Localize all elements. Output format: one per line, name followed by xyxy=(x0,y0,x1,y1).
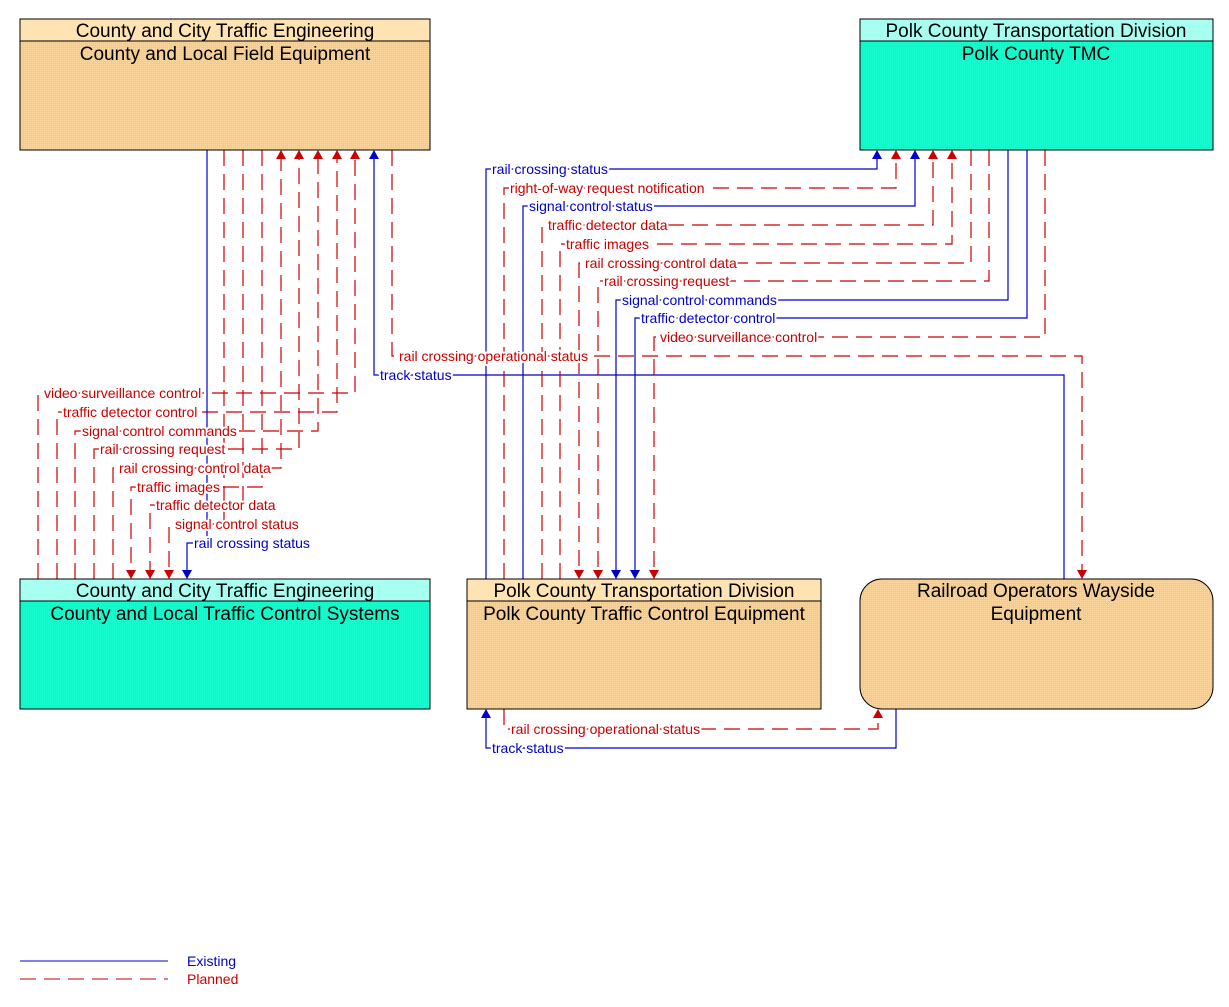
arrowhead-icon xyxy=(332,150,342,159)
flow-video-surveillance-control[interactable] xyxy=(649,150,1046,579)
flow-label: track status xyxy=(380,367,452,383)
flow-label: rail crossing request xyxy=(100,441,225,457)
flow-label: video surveillance control xyxy=(44,385,201,401)
flow-label: traffic detector control xyxy=(63,404,197,420)
flow-label: traffic images xyxy=(137,479,220,495)
arrowhead-icon xyxy=(630,570,640,579)
arrowhead-icon xyxy=(873,709,883,718)
entity-header: County and City Traffic Engineering xyxy=(76,581,375,602)
arrowhead-icon xyxy=(369,150,379,159)
entity-name: County and Local Field Equipment xyxy=(80,44,371,65)
flow-traffic-detector-control[interactable] xyxy=(630,150,1028,579)
flow-line[interactable] xyxy=(597,150,990,570)
flow-label: track status xyxy=(492,740,564,756)
arrowhead-icon xyxy=(611,570,621,579)
arrowhead-icon xyxy=(276,150,286,159)
flow-line[interactable] xyxy=(485,159,878,579)
flow-label: right-of-way request notification xyxy=(510,180,705,196)
flow-traffic-images[interactable] xyxy=(559,150,957,579)
entity-header: Polk County Transportation Division xyxy=(494,581,795,602)
flow-traffic-detector-data[interactable] xyxy=(541,150,938,579)
flow-label: rail crossing operational status xyxy=(399,348,588,364)
entity-railroad-operators-wayside-equipment[interactable]: Railroad Operators Wayside Equipment xyxy=(859,578,1214,710)
flow-rail-crossing-control-data[interactable] xyxy=(112,150,286,579)
flow-line[interactable] xyxy=(653,150,1046,570)
arrowhead-icon xyxy=(910,150,920,159)
flow-label: rail crossing control data xyxy=(119,460,271,476)
entity-polk-county-tmc[interactable]: Polk County Transportation Division Polk… xyxy=(859,18,1214,151)
entity-county-local-field-equipment[interactable]: County and City Traffic Engineering Coun… xyxy=(19,18,431,151)
flow-signal-control-commands[interactable] xyxy=(74,150,323,579)
arrowhead-icon xyxy=(649,570,659,579)
flow-signal-control-commands[interactable] xyxy=(611,150,1009,579)
arrowhead-icon xyxy=(947,150,957,159)
flow-signal-control-status[interactable] xyxy=(164,150,225,579)
arrowhead-icon xyxy=(574,570,584,579)
flow-rail-crossing-request[interactable] xyxy=(593,150,990,579)
flow-label: traffic detector control xyxy=(641,310,775,326)
arrowhead-icon xyxy=(182,570,192,579)
legend-planned-label: Planned xyxy=(187,971,238,987)
arrowhead-icon xyxy=(164,570,174,579)
flow-rail-crossing-status[interactable] xyxy=(485,150,882,579)
flow-label: rail crossing operational status xyxy=(511,721,700,737)
flow-label: rail crossing status xyxy=(194,535,310,551)
flow-traffic-detector-data[interactable] xyxy=(145,150,244,579)
flow-label: signal control commands xyxy=(622,292,777,308)
entity-name: Polk County Traffic Control Equipment xyxy=(483,604,805,625)
flow-track-status[interactable] xyxy=(369,150,1065,579)
arrowhead-icon xyxy=(1077,570,1087,579)
entity-header: County and City Traffic Engineering xyxy=(76,21,375,42)
flow-label: video surveillance control xyxy=(660,329,817,345)
flow-label: rail crossing status xyxy=(492,161,608,177)
flow-line[interactable] xyxy=(634,150,1028,570)
arrowhead-icon xyxy=(313,150,323,159)
flow-traffic-images[interactable] xyxy=(126,150,263,579)
arrowhead-icon xyxy=(294,150,304,159)
flow-rail-crossing-operational-status[interactable] xyxy=(391,150,1087,579)
entity-name: Railroad Operators Wayside xyxy=(917,581,1155,602)
arrowhead-icon xyxy=(593,570,603,579)
entity-polk-county-traffic-control-equipment[interactable]: Polk County Transportation Division Polk… xyxy=(466,578,822,710)
entity-name: Polk County TMC xyxy=(962,44,1111,65)
entity-name: Equipment xyxy=(991,604,1083,625)
flow-label: signal control status xyxy=(175,516,299,532)
arrowhead-icon xyxy=(145,570,155,579)
entity-name: County and Local Traffic Control Systems xyxy=(50,604,399,625)
flow-label: rail crossing control data xyxy=(585,255,737,271)
flow-line[interactable] xyxy=(373,159,1065,579)
entity-county-local-traffic-control-systems[interactable]: County and City Traffic Engineering Coun… xyxy=(19,578,431,710)
entity-header: Polk County Transportation Division xyxy=(886,21,1187,42)
flow-rail-crossing-control-data[interactable] xyxy=(574,150,972,579)
flow-label: rail crossing request xyxy=(604,273,729,289)
flow-rail-crossing-request[interactable] xyxy=(93,150,304,579)
arrowhead-icon xyxy=(928,150,938,159)
flow-right-of-way-request-notification[interactable] xyxy=(503,150,901,579)
arrowhead-icon xyxy=(126,570,136,579)
flow-rail-crossing-status[interactable] xyxy=(182,150,208,579)
flow-label: signal control commands xyxy=(82,423,237,439)
flow-line[interactable] xyxy=(615,150,1009,570)
legend: Existing Planned xyxy=(20,953,238,987)
arrowhead-icon xyxy=(891,150,901,159)
flow-label: signal control status xyxy=(529,198,653,214)
flow-label: traffic detector data xyxy=(156,497,276,513)
architecture-diagram: video surveillance control traffic detect… xyxy=(19,18,1214,987)
legend-existing-label: Existing xyxy=(187,953,236,969)
flow-video-surveillance-control[interactable] xyxy=(37,150,360,579)
flow-label: traffic images xyxy=(566,236,649,252)
flow-signal-control-status[interactable] xyxy=(522,150,920,579)
arrowhead-icon xyxy=(872,150,882,159)
arrowhead-icon xyxy=(350,150,360,159)
arrowhead-icon xyxy=(481,709,491,718)
flow-label: traffic detector data xyxy=(548,217,668,233)
